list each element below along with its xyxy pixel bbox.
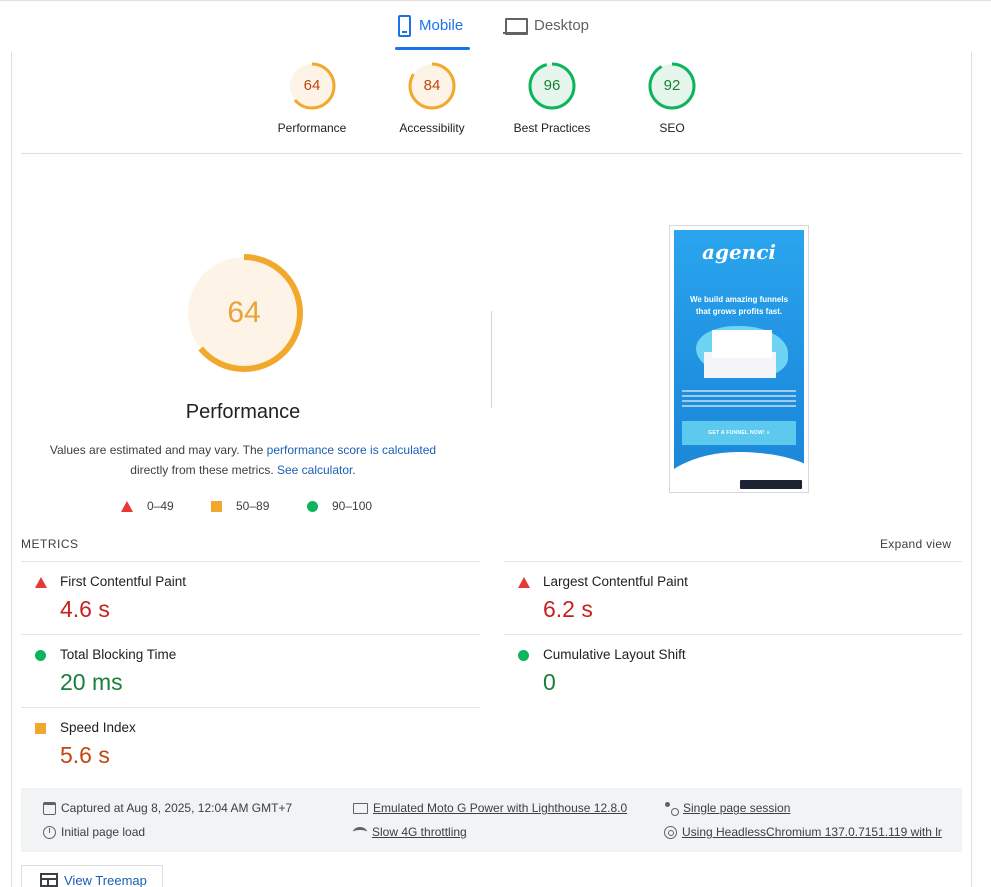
circle-icon xyxy=(518,650,529,661)
score-gauge-best-practices[interactable]: 96 Best Practices xyxy=(502,60,602,135)
timer-icon xyxy=(43,825,56,839)
screenshot-text-lines xyxy=(682,390,796,410)
metric-name: Cumulative Layout Shift xyxy=(543,647,686,662)
screenshot-headline: We build amazing funnels that grows prof… xyxy=(689,295,789,316)
metric-cumulative-layout-shift: Cumulative Layout Shift 0 xyxy=(504,635,924,707)
score-calculated-link[interactable]: performance score is calculated xyxy=(267,443,436,457)
vertical-divider xyxy=(491,311,492,408)
performance-gauge-large: 64 xyxy=(183,252,305,374)
gauge-ring: 84 xyxy=(406,60,458,112)
wifi-icon xyxy=(353,827,367,837)
triangle-icon xyxy=(35,577,47,588)
page-session[interactable]: Single page session xyxy=(664,801,791,816)
screenshot-cta: GET A FUNNEL NOW! » xyxy=(682,421,796,445)
note-text: Values are estimated and may vary. The xyxy=(49,443,267,457)
expand-view-toggle[interactable]: Expand view xyxy=(880,537,951,551)
performance-note: Values are estimated and may vary. The p… xyxy=(43,440,443,480)
gauge-ring: 92 xyxy=(646,60,698,112)
session-text: Single page session xyxy=(683,801,791,815)
metric-speed-index: Speed Index 5.6 s xyxy=(21,708,441,780)
score-value: 64 xyxy=(303,77,321,94)
metric-first-contentful-paint: First Contentful Paint 4.6 s xyxy=(21,562,441,634)
score-gauge-accessibility[interactable]: 84 Accessibility xyxy=(382,60,482,135)
initial-load-text: Initial page load xyxy=(61,825,146,839)
calendar-icon xyxy=(43,801,56,815)
tab-desktop-label: Desktop xyxy=(534,17,590,34)
triangle-icon xyxy=(518,577,530,588)
gauge-ring: 96 xyxy=(526,60,578,112)
session-icon xyxy=(664,801,679,816)
emulated-device-text: Emulated Moto G Power with Lighthouse 12… xyxy=(373,801,628,815)
tab-desktop[interactable]: Desktop xyxy=(503,13,589,51)
emulated-device[interactable]: Emulated Moto G Power with Lighthouse 12… xyxy=(353,801,627,815)
metric-value: 0 xyxy=(543,669,556,695)
score-label: Best Practices xyxy=(513,121,591,135)
metric-value: 5.6 s xyxy=(60,742,110,768)
score-value: 92 xyxy=(663,77,681,94)
device-icon xyxy=(353,802,368,814)
square-icon xyxy=(35,723,46,734)
treemap-icon xyxy=(40,873,58,887)
captured-at: Captured at Aug 8, 2025, 12:04 AM GMT+7 xyxy=(43,801,292,815)
metric-name: Speed Index xyxy=(60,720,136,735)
view-treemap-label: View Treemap xyxy=(64,872,147,887)
performance-score: 64 xyxy=(227,296,261,329)
metric-largest-contentful-paint: Largest Contentful Paint 6.2 s xyxy=(504,562,924,634)
legend-range: 50–89 xyxy=(236,499,270,513)
legend-pass: 90–100 xyxy=(307,498,372,514)
triangle-icon xyxy=(121,500,133,512)
circle-icon xyxy=(35,650,46,661)
metric-name: Largest Contentful Paint xyxy=(543,574,688,589)
laptop-icon xyxy=(503,18,528,36)
legend-fail: 0–49 xyxy=(121,498,174,514)
circle-icon xyxy=(307,500,318,512)
captured-at-text: Captured at Aug 8, 2025, 12:04 AM GMT+7 xyxy=(61,801,293,815)
performance-title: Performance xyxy=(185,401,301,423)
metrics-heading: METRICS xyxy=(21,537,79,551)
metric-name: First Contentful Paint xyxy=(60,574,187,589)
square-icon xyxy=(211,500,222,512)
score-label: Performance xyxy=(277,121,347,135)
metric-value: 6.2 s xyxy=(543,596,593,622)
page-screenshot[interactable]: agenci We build amazing funnels that gro… xyxy=(669,225,809,493)
initial-page-load: Initial page load xyxy=(43,825,145,839)
score-label: SEO xyxy=(659,121,685,135)
score-gauge-seo[interactable]: 92 SEO xyxy=(622,60,722,135)
score-value: 96 xyxy=(543,77,561,94)
screenshot-content: agenci We build amazing funnels that gro… xyxy=(674,230,804,490)
tab-mobile[interactable]: Mobile xyxy=(395,13,470,51)
browser-text: Using HeadlessChromium 137.0.7151.119 wi… xyxy=(682,825,942,839)
device-tabs: Mobile Desktop xyxy=(0,0,991,52)
score-label: Accessibility xyxy=(399,121,465,135)
phone-icon xyxy=(398,15,411,37)
metric-name: Total Blocking Time xyxy=(60,647,177,662)
gauge-ring: 64 xyxy=(286,60,338,112)
divider xyxy=(21,153,962,154)
legend-range: 90–100 xyxy=(332,499,373,513)
legend-average: 50–89 xyxy=(211,498,269,514)
chrome-icon xyxy=(664,825,677,839)
tab-mobile-label: Mobile xyxy=(419,17,464,34)
view-treemap-button[interactable]: View Treemap xyxy=(21,865,163,887)
score-value: 84 xyxy=(423,77,441,94)
metric-value: 20 ms xyxy=(60,669,123,695)
legend-range: 0–49 xyxy=(147,499,174,513)
throttling-text: Slow 4G throttling xyxy=(372,825,467,839)
network-throttling[interactable]: Slow 4G throttling xyxy=(353,825,467,839)
screenshot-logo: agenci xyxy=(702,240,776,264)
run-info-bar xyxy=(21,788,962,852)
metric-total-blocking-time: Total Blocking Time 20 ms xyxy=(21,635,441,707)
screenshot-card xyxy=(712,330,772,358)
screenshot-badge xyxy=(740,480,802,489)
note-suffix: . xyxy=(352,463,356,477)
score-gauge-performance[interactable]: 64 Performance xyxy=(262,60,362,135)
note-text-2: directly from these metrics. xyxy=(130,463,277,477)
metric-value: 4.6 s xyxy=(60,596,110,622)
browser-info[interactable]: Using HeadlessChromium 137.0.7151.119 wi… xyxy=(664,825,954,839)
see-calculator-link[interactable]: See calculator xyxy=(277,463,352,477)
